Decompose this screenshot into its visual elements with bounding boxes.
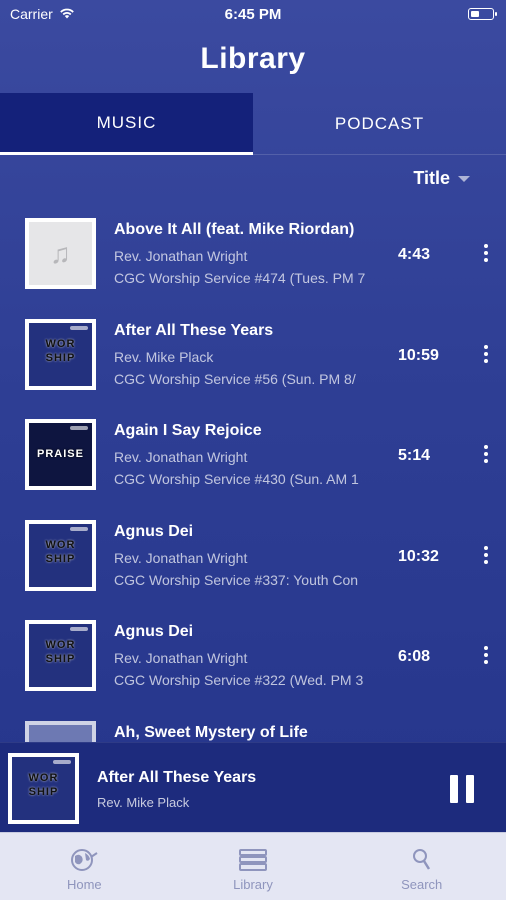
music-note-icon: ♫ (50, 237, 71, 269)
song-artist: Rev. Jonathan Wright (114, 549, 248, 566)
song-duration: 5:14 (398, 447, 431, 464)
sort-dropdown[interactable]: Title (413, 168, 470, 189)
song-album: CGC Worship Service #337: Youth Con (114, 571, 359, 588)
globe-icon (69, 847, 99, 873)
song-artist: Rev. Jonathan Wright (114, 650, 248, 666)
song-artist: Rev. Mike Plack (114, 348, 214, 365)
song-album: CGC Worship Service #474 (Tues. PM 7 (114, 270, 366, 286)
more-options-icon[interactable] (482, 244, 490, 262)
song-title: After All These Years (114, 321, 274, 339)
song-album: CGC Worship Service #322 (Wed. PM 3 (114, 672, 364, 688)
now-playing-title: After All These Years (97, 769, 257, 786)
list-item[interactable]: ♫ Above It All (feat. Mike Riordan) Rev.… (0, 204, 506, 305)
segment-tabs: MUSIC PODCAST (0, 93, 506, 155)
sort-label: Title (413, 168, 450, 188)
song-title: Again I Say Rejoice (114, 422, 262, 439)
song-title: Ah, Sweet Mystery of Life (114, 723, 308, 741)
more-options-icon[interactable] (482, 344, 490, 363)
album-art: PRAISE (25, 419, 96, 490)
song-album: CGC Worship Service #430 (Sun. AM 1 (114, 471, 359, 487)
battery-icon (468, 8, 497, 20)
now-playing-bar[interactable]: WOR SHIP After All These Years Rev. Mike… (0, 742, 506, 832)
song-duration: 10:32 (398, 547, 439, 565)
list-item[interactable]: WOR SHIP Agnus Dei Rev. Jonathan Wright … (0, 606, 506, 707)
song-duration: 6:08 (398, 648, 431, 665)
caret-down-icon (458, 175, 470, 182)
album-art-text: WOR SHIP (45, 538, 76, 565)
now-playing-artist: Rev. Mike Plack (97, 795, 190, 810)
tabbar-label: Library (233, 877, 273, 892)
song-artist: Rev. Jonathan Wright (114, 449, 248, 465)
song-duration: 4:43 (398, 246, 431, 263)
pause-icon[interactable] (450, 775, 476, 803)
list-item[interactable]: WOR SHIP After All These Years Rev. Mike… (0, 305, 506, 406)
tab-podcast[interactable]: PODCAST (253, 93, 506, 155)
now-playing-art: WOR SHIP (8, 753, 79, 824)
page-title: Library (200, 42, 306, 75)
song-album: CGC Worship Service #56 (Sun. PM 8/ (114, 370, 356, 387)
bottom-tab-bar: Home Library Search (0, 832, 506, 900)
more-options-icon[interactable] (482, 545, 490, 564)
song-artist: Rev. Jonathan Wright (114, 248, 248, 264)
song-title: Agnus Dei (114, 522, 194, 540)
song-title: Agnus Dei (114, 623, 194, 640)
song-title: Above It All (feat. Mike Riordan) (114, 221, 355, 238)
books-icon (237, 847, 269, 873)
more-options-icon[interactable] (482, 445, 490, 463)
album-art: WOR SHIP (25, 318, 96, 390)
album-art-text: WOR SHIP (45, 337, 76, 364)
search-icon (410, 847, 434, 873)
album-art-text: WOR SHIP (45, 639, 76, 665)
tabbar-item-library[interactable]: Library (169, 833, 338, 900)
tabbar-label: Search (401, 877, 443, 892)
list-item[interactable]: Ah, Sweet Mystery of Life (0, 707, 506, 742)
album-art: WOR SHIP (25, 620, 96, 691)
list-item[interactable]: PRAISE Again I Say Rejoice Rev. Jonathan… (0, 405, 506, 506)
status-time: 6:45 PM (224, 5, 282, 23)
album-art: WOR SHIP (25, 519, 96, 591)
status-bar: Carrier 6:45 PM (0, 0, 506, 28)
tabbar-item-home[interactable]: Home (0, 833, 169, 900)
song-list[interactable]: ♫ Above It All (feat. Mike Riordan) Rev.… (0, 204, 506, 742)
more-options-icon[interactable] (482, 646, 490, 664)
song-duration: 10:59 (398, 346, 439, 364)
album-art (25, 720, 96, 742)
album-art-text: WOR SHIP (28, 772, 59, 798)
album-art-text: PRAISE (37, 448, 84, 460)
album-art: ♫ (25, 218, 96, 289)
list-item[interactable]: WOR SHIP Agnus Dei Rev. Jonathan Wright … (0, 506, 506, 607)
tabbar-item-search[interactable]: Search (337, 833, 506, 900)
tabbar-label: Home (66, 877, 102, 892)
tab-music[interactable]: MUSIC (0, 93, 253, 155)
